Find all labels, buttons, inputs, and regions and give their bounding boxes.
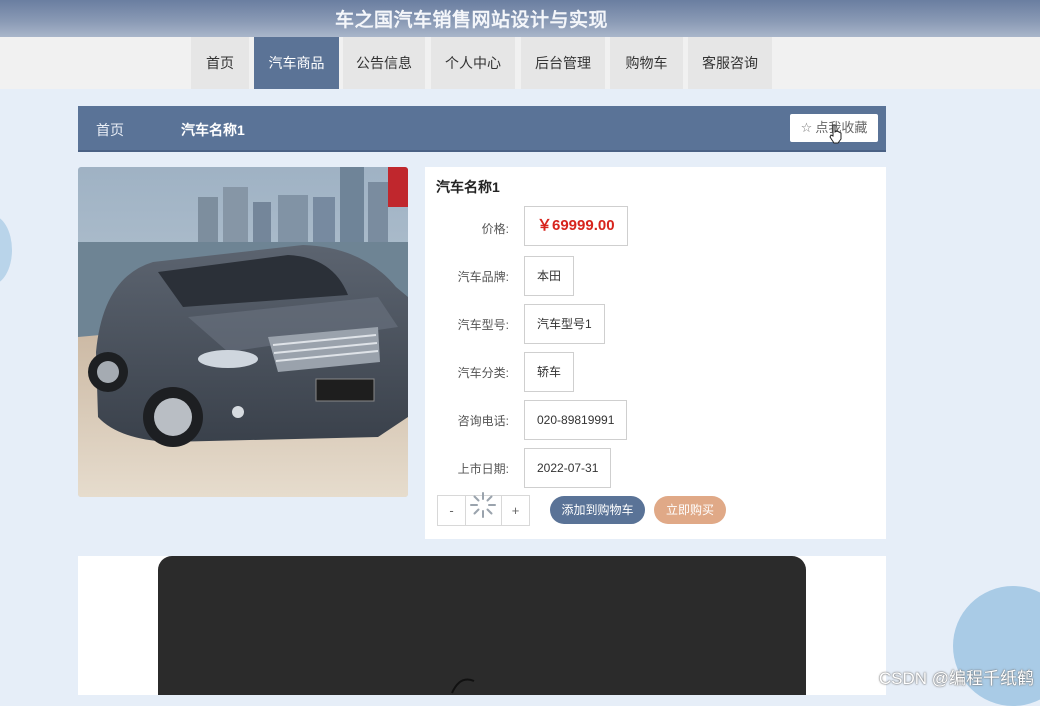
site-title: 车之国汽车销售网站设计与实现 bbox=[335, 10, 609, 31]
star-icon: ☆ bbox=[800, 120, 813, 135]
loading-spinner-icon bbox=[470, 492, 496, 518]
price-value: ￥69999.00 bbox=[524, 206, 628, 246]
nav-item-car-products[interactable]: 汽车商品 bbox=[254, 37, 339, 89]
quantity-decrease-button[interactable]: - bbox=[438, 496, 466, 525]
buy-now-button[interactable]: 立即购买 bbox=[654, 496, 726, 524]
quantity-increase-button[interactable]: + bbox=[501, 496, 529, 525]
hand-cursor-icon bbox=[829, 124, 842, 144]
main-nav: 首页 汽车商品 公告信息 个人中心 后台管理 购物车 客服咨询 bbox=[0, 37, 1040, 89]
nav-item-home[interactable]: 首页 bbox=[191, 37, 249, 89]
brand-value: 本田 bbox=[524, 256, 575, 296]
nav-item-announcements[interactable]: 公告信息 bbox=[343, 37, 425, 89]
release-date-label: 上市日期: bbox=[457, 462, 509, 476]
nav-item-cart[interactable]: 购物车 bbox=[610, 37, 683, 89]
phone-label: 咨询电话: bbox=[457, 414, 509, 428]
phone-value: 020-89819991 bbox=[524, 400, 628, 440]
decorative-circle-left bbox=[0, 215, 12, 285]
watermark: CSDN @编程千纸鹤 bbox=[878, 669, 1034, 688]
site-header: 车之国汽车销售网站设计与实现 bbox=[0, 0, 1040, 37]
price-label: 价格: bbox=[481, 222, 509, 236]
nav-item-personal-center[interactable]: 个人中心 bbox=[431, 37, 515, 89]
breadcrumb-current: 汽车名称1 bbox=[181, 122, 245, 138]
product-video-player[interactable] bbox=[158, 556, 806, 695]
video-curve-icon bbox=[451, 678, 475, 694]
breadcrumb: 首页 汽车名称1 ☆ 点我收藏 bbox=[78, 106, 886, 150]
add-to-cart-button[interactable]: 添加到购物车 bbox=[550, 496, 645, 524]
brand-label: 汽车品牌: bbox=[457, 270, 509, 284]
breadcrumb-home-link[interactable]: 首页 bbox=[96, 120, 124, 140]
product-info-card: 汽车名称1 价格: ￥69999.00 汽车品牌: 本田 汽车型号: 汽车型号1… bbox=[425, 167, 886, 539]
detail-section bbox=[78, 556, 886, 695]
release-date-value: 2022-07-31 bbox=[524, 448, 612, 488]
category-value: 轿车 bbox=[524, 352, 575, 392]
nav-item-customer-service[interactable]: 客服咨询 bbox=[688, 37, 772, 89]
model-value: 汽车型号1 bbox=[524, 304, 605, 344]
nav-item-admin[interactable]: 后台管理 bbox=[521, 37, 605, 89]
category-label: 汽车分类: bbox=[457, 366, 509, 380]
product-image bbox=[78, 167, 408, 497]
product-title: 汽车名称1 bbox=[436, 179, 500, 195]
model-label: 汽车型号: bbox=[457, 318, 509, 332]
